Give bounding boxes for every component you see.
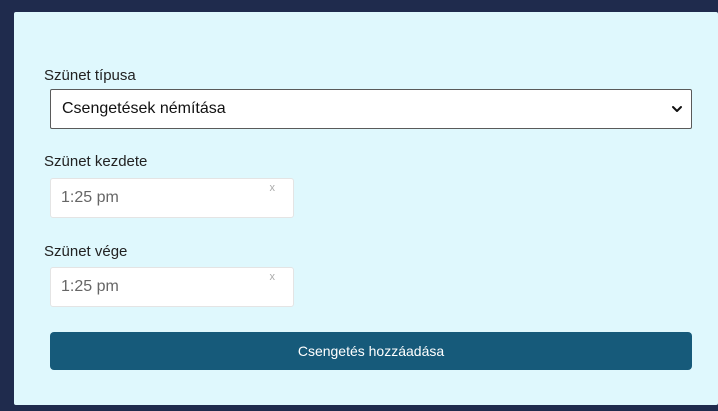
break-end-clear-icon[interactable]: x [270,271,276,283]
break-end-input[interactable]: 1:25 pm x [50,267,294,307]
break-start-input[interactable]: 1:25 pm x [50,178,294,218]
break-type-selected-value: Csengetések némítása [62,100,226,117]
chevron-down-icon [672,106,682,112]
break-start-clear-icon[interactable]: x [270,182,276,194]
break-start-value: 1:25 pm [61,189,119,206]
window-frame: Szünet típusa Csengetések némítása Szüne… [0,0,718,411]
break-type-select[interactable]: Csengetések némítása [50,89,692,129]
add-bell-button[interactable]: Csengetés hozzáadása [50,332,692,370]
break-end-value: 1:25 pm [61,278,119,295]
break-start-label: Szünet kezdete [44,153,148,170]
break-form-panel: Szünet típusa Csengetések némítása Szüne… [14,12,718,405]
break-type-label: Szünet típusa [44,67,136,84]
break-end-label: Szünet vége [44,243,128,260]
